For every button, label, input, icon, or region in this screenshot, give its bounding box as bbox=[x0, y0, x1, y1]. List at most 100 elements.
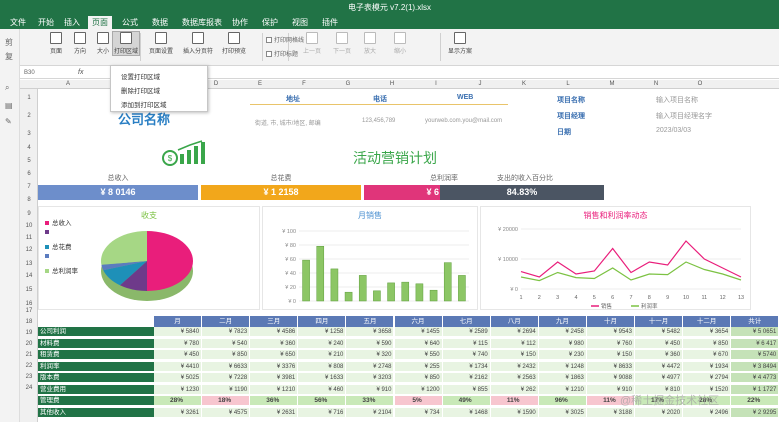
row-header-11[interactable]: 11 bbox=[20, 235, 38, 241]
left-icon-2[interactable]: ⌕ bbox=[5, 83, 9, 93]
row-header-15[interactable]: 15 bbox=[20, 287, 38, 293]
column-header-G[interactable]: G bbox=[326, 80, 370, 89]
fx-icon[interactable]: fx bbox=[78, 67, 83, 79]
column-header-O[interactable]: O bbox=[678, 80, 722, 89]
left-icon-4[interactable]: ✎ bbox=[5, 117, 12, 126]
tab-6[interactable]: 数据库报表 bbox=[178, 16, 226, 29]
column-header-N[interactable]: N bbox=[634, 80, 678, 89]
column-header-M[interactable]: M bbox=[590, 80, 634, 89]
left-icon-1[interactable]: 复 bbox=[5, 51, 13, 62]
table-cell: ¥ 2589 bbox=[442, 327, 491, 337]
month-header-3: 四月 bbox=[298, 316, 346, 327]
column-header-H[interactable]: H bbox=[370, 80, 414, 89]
table-cell: ¥ 3658 bbox=[346, 327, 395, 337]
column-header-L[interactable]: L bbox=[546, 80, 590, 89]
table-cell: ¥ 2020 bbox=[635, 407, 684, 418]
table-cell: 11% bbox=[490, 396, 539, 406]
name-box[interactable]: B30 bbox=[24, 68, 54, 78]
tab-4[interactable]: 公式 bbox=[118, 16, 142, 29]
ribbon-button-3[interactable]: 打印区域 bbox=[112, 31, 140, 56]
ribbon-check-1[interactable]: 打印标题 bbox=[266, 49, 298, 58]
row-header-23[interactable]: 23 bbox=[20, 374, 38, 380]
ribbon-button-10[interactable]: 缩小 bbox=[388, 32, 412, 55]
line-xtick-4: 5 bbox=[593, 295, 596, 301]
table-cell: ¥ 255 bbox=[394, 361, 443, 372]
date-value[interactable]: 2023/03/03 bbox=[656, 127, 691, 134]
column-header-I[interactable]: I bbox=[414, 80, 458, 89]
tab-5[interactable]: 数据 bbox=[148, 16, 172, 29]
row-header-24[interactable]: 24 bbox=[20, 385, 38, 391]
tab-1[interactable]: 开始 bbox=[34, 16, 58, 29]
ribbon-separator-1 bbox=[262, 33, 263, 61]
table-cell: ¥ 2496 bbox=[683, 407, 732, 418]
table-cell: ¥ 740 bbox=[442, 350, 491, 360]
tab-7[interactable]: 协作 bbox=[228, 16, 252, 29]
ribbon-check-0[interactable]: 打印网格线 bbox=[266, 35, 304, 44]
project-name-value[interactable]: 输入项目名称 bbox=[656, 95, 698, 105]
bar-11 bbox=[458, 275, 466, 302]
menu-item-0[interactable]: 设置打印区域 bbox=[121, 71, 160, 81]
pie-legend-swatch-0 bbox=[45, 221, 49, 225]
row-header-21[interactable]: 21 bbox=[20, 352, 38, 358]
left-icon-3[interactable]: ▤ bbox=[5, 101, 13, 110]
column-header-A[interactable]: A bbox=[38, 80, 98, 89]
ribbon-button-1[interactable]: 方向 bbox=[68, 32, 92, 55]
tab-8[interactable]: 保护 bbox=[258, 16, 282, 29]
row-header-4[interactable]: 4 bbox=[20, 145, 38, 151]
row-header-14[interactable]: 14 bbox=[20, 273, 38, 279]
ribbon-button-0[interactable]: 页面 bbox=[44, 32, 68, 55]
table-row-label-2: 租赁费 bbox=[38, 350, 154, 360]
row-header-16[interactable]: 16 bbox=[20, 301, 38, 307]
row-header-20[interactable]: 20 bbox=[20, 341, 38, 347]
row-header-19[interactable]: 19 bbox=[20, 330, 38, 336]
left-toolbar: 剪复 ⌕ ▤ ✎ bbox=[0, 29, 20, 422]
bar-ytick-4: ¥ 20 bbox=[285, 285, 296, 291]
row-header-22[interactable]: 22 bbox=[20, 363, 38, 369]
menu-item-2[interactable]: 添加到打印区域 bbox=[121, 99, 167, 109]
ribbon-button-4[interactable]: 页面设置 bbox=[145, 32, 177, 55]
project-name-label: 项目名称 bbox=[557, 97, 585, 104]
ribbon-button-9[interactable]: 放大 bbox=[358, 32, 382, 55]
web-header: WEB bbox=[457, 94, 474, 101]
month-header-10: 十一月 bbox=[635, 316, 683, 327]
project-manager-value[interactable]: 输入项目经理名字 bbox=[656, 111, 712, 121]
column-header-J[interactable]: J bbox=[458, 80, 502, 89]
bar-4 bbox=[358, 275, 367, 302]
row-header-12[interactable]: 12 bbox=[20, 247, 38, 253]
row-header-13[interactable]: 13 bbox=[20, 261, 38, 267]
row-header-9[interactable]: 9 bbox=[20, 211, 38, 217]
row-header-7[interactable]: 7 bbox=[20, 184, 38, 190]
line-xtick-1: 2 bbox=[538, 295, 541, 301]
ribbon-icon-1 bbox=[74, 32, 86, 44]
ribbon-button-11[interactable]: 显示方案 bbox=[448, 32, 472, 55]
tab-3[interactable]: 页面 bbox=[88, 16, 112, 29]
row-header-3[interactable]: 3 bbox=[20, 131, 38, 137]
bar-chart: ¥ 100 ¥ 80 ¥ 60 ¥ 40 ¥ 20 ¥ 0 bbox=[282, 229, 469, 305]
row-header-18[interactable]: 18 bbox=[20, 319, 38, 325]
row-header-5[interactable]: 5 bbox=[20, 158, 38, 164]
tab-0[interactable]: 文件 bbox=[6, 16, 30, 29]
row-header-17[interactable]: 17 bbox=[20, 308, 38, 314]
left-icon-0[interactable]: 剪 bbox=[5, 37, 13, 48]
column-header-K[interactable]: K bbox=[502, 80, 546, 89]
row-header-6[interactable]: 6 bbox=[20, 171, 38, 177]
table-cell: 28% bbox=[154, 396, 203, 406]
column-header-E[interactable]: E bbox=[238, 80, 282, 89]
ribbon-button-5[interactable]: 插入分页符 bbox=[182, 32, 214, 55]
tab-10[interactable]: 插件 bbox=[318, 16, 342, 29]
tab-2[interactable]: 插入 bbox=[60, 16, 84, 29]
menu-item-1[interactable]: 删除打印区域 bbox=[121, 85, 160, 95]
row-header-2[interactable]: 2 bbox=[20, 113, 38, 119]
line-chart-pane: 销售和利润率动态 ¥ 20000 ¥ 10000 ¥ 0 1 2 3 4 5 6 7 8 9 10 11 1… bbox=[480, 206, 751, 310]
ribbon-button-2[interactable]: 大小 bbox=[91, 32, 115, 55]
column-header-F[interactable]: F bbox=[282, 80, 326, 89]
row-header-1[interactable]: 1 bbox=[20, 95, 38, 101]
pie-title: 收支 bbox=[141, 211, 157, 220]
ribbon-button-8[interactable]: 下一页 bbox=[330, 32, 354, 55]
kpi-label-1: 总花费 bbox=[270, 175, 292, 182]
row-header-10[interactable]: 10 bbox=[20, 223, 38, 229]
row-header-8[interactable]: 8 bbox=[20, 197, 38, 203]
tab-9[interactable]: 视图 bbox=[288, 16, 312, 29]
table-cell: ¥ 5740 bbox=[731, 350, 779, 360]
ribbon-button-6[interactable]: 打印预览 bbox=[218, 32, 250, 55]
